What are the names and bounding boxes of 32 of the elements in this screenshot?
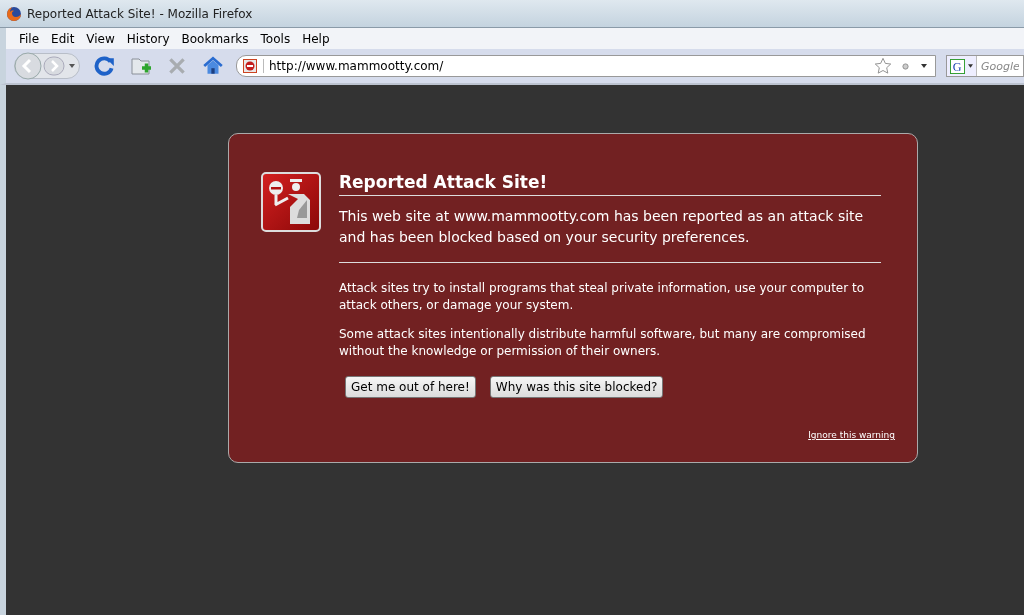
url-text: http://www.mammootty.com/: [269, 59, 445, 73]
bookmark-star-icon[interactable]: [874, 57, 892, 75]
menu-item[interactable]: Edit: [45, 31, 81, 46]
url-dropdown-icon[interactable]: [921, 64, 927, 68]
new-folder-plus-icon[interactable]: [130, 55, 152, 77]
menu-item[interactable]: Tools: [254, 31, 297, 46]
google-g-icon[interactable]: G: [950, 58, 965, 74]
reload-icon[interactable]: [94, 55, 116, 77]
engine-dropdown-icon[interactable]: [968, 64, 973, 68]
history-dropdown-icon[interactable]: [69, 64, 75, 68]
blocked-site-icon: [243, 59, 264, 73]
search-input[interactable]: Google: [977, 59, 1019, 73]
warning-paragraph: Some attack sites intentionally distribute harmful software, but many are compromised without the knowledge or permission of their owners.: [339, 326, 867, 360]
why-blocked-button[interactable]: Why was this site blocked?: [489, 376, 664, 398]
address-bar[interactable]: http://www.mammootty.com/: [236, 55, 936, 77]
police-officer-stop-sign-icon: [261, 172, 321, 232]
menu-item[interactable]: Bookmarks: [175, 31, 255, 46]
ignore-warning-link[interactable]: Ignore this warning: [808, 430, 895, 440]
back-button[interactable]: [13, 51, 43, 81]
warning-paragraph: Attack sites try to install programs that steal private information, use your computer to attack others, or damage your system.: [339, 280, 866, 314]
search-field[interactable]: G Google: [946, 55, 1024, 77]
warning-description: This web site at www.mammootty.com has been reported as an attack site and has been blocked based on your security preferences.: [339, 206, 881, 263]
firefox-logo-icon: [6, 5, 22, 22]
get-me-out-button[interactable]: Get me out of here!: [345, 376, 476, 398]
warning-title: Reported Attack Site!: [339, 172, 881, 196]
home-icon[interactable]: [202, 55, 224, 77]
menu-item[interactable]: File: [13, 31, 46, 46]
menu-item[interactable]: View: [80, 31, 121, 46]
dot-icon: [902, 62, 909, 70]
menu-item[interactable]: History: [120, 31, 176, 46]
window-title: Reported Attack Site! - Mozilla Firefox: [27, 6, 253, 21]
menu-item[interactable]: Help: [296, 31, 336, 46]
